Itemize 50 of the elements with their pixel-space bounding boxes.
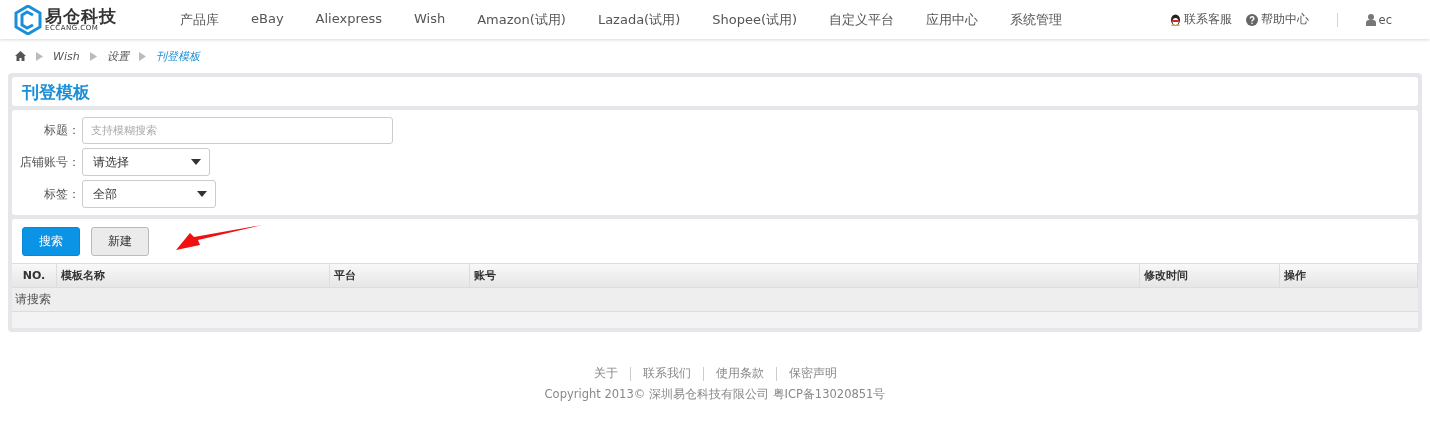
title-search-field[interactable]: 支持模糊搜索 xyxy=(82,117,393,144)
header-link-label: 联系客服 xyxy=(1183,12,1232,27)
page-title: 刊登模板 xyxy=(21,81,91,104)
field-label: 标题： xyxy=(43,123,81,138)
column-header: 修改时间 xyxy=(1140,263,1280,287)
breadcrumb-separator-icon xyxy=(36,51,43,61)
caret-icon xyxy=(197,191,207,197)
nav-item[interactable]: eBay xyxy=(235,10,300,29)
breadcrumb-separator-icon xyxy=(138,51,146,61)
logo-name: 易仓科技 xyxy=(45,7,117,25)
footer-link[interactable]: 保密声明 xyxy=(776,366,849,381)
copyright-text: Copyright 2013© 深圳易仓科技有限公司 粤ICP备13020851号 xyxy=(544,387,886,402)
caret-icon xyxy=(191,159,201,165)
header-link-label: 帮助中心 xyxy=(1260,12,1309,27)
breadcrumb-item[interactable]: Wish xyxy=(53,49,80,63)
logo-icon xyxy=(14,4,42,35)
footer-link[interactable]: 关于 xyxy=(581,366,630,381)
nav-item[interactable]: Amazon(试用) xyxy=(461,10,582,29)
help-icon xyxy=(1245,13,1258,26)
user-icon xyxy=(1365,13,1376,26)
column-header: 模板名称 xyxy=(57,263,330,287)
nav-item[interactable]: Wish xyxy=(398,10,462,29)
nav-item[interactable]: Aliexpress xyxy=(299,10,398,29)
select-field[interactable]: 请选择 xyxy=(82,148,210,176)
user-menu[interactable]: ec xyxy=(1365,12,1392,27)
home-icon[interactable] xyxy=(15,51,26,61)
user-name: ec xyxy=(1378,12,1392,27)
column-header: NO. xyxy=(12,263,57,287)
nav-item[interactable]: 应用中心 xyxy=(910,10,995,29)
column-header: 平台 xyxy=(330,263,470,287)
footer-link[interactable]: 使用条款 xyxy=(703,366,776,381)
nav-item[interactable]: Lazada(试用) xyxy=(581,10,697,29)
empty-message: 请搜索 xyxy=(12,287,1418,311)
column-header: 账号 xyxy=(470,263,1140,287)
new-button[interactable]: 新建 xyxy=(91,227,149,256)
breadcrumb-item[interactable]: 刊登模板 xyxy=(155,48,200,64)
field-label: 店铺账号： xyxy=(19,154,81,170)
breadcrumb-separator-icon xyxy=(89,51,97,61)
column-header: 操作 xyxy=(1280,263,1418,287)
header-link[interactable]: 帮助中心 xyxy=(1245,12,1309,27)
field-label: 标签： xyxy=(43,186,81,202)
nav-item[interactable]: 产品库 xyxy=(164,10,235,29)
header-link[interactable]: 联系客服 xyxy=(1169,12,1232,27)
footer-link[interactable]: 联系我们 xyxy=(630,366,703,381)
penguin-icon xyxy=(1169,13,1181,26)
select-field[interactable]: 全部 xyxy=(82,180,216,208)
nav-item[interactable]: 系统管理 xyxy=(994,10,1079,29)
nav-item[interactable]: Shopee(试用) xyxy=(696,10,814,29)
nav-item[interactable]: 自定义平台 xyxy=(813,10,911,29)
breadcrumb-item[interactable]: 设置 xyxy=(106,48,129,64)
